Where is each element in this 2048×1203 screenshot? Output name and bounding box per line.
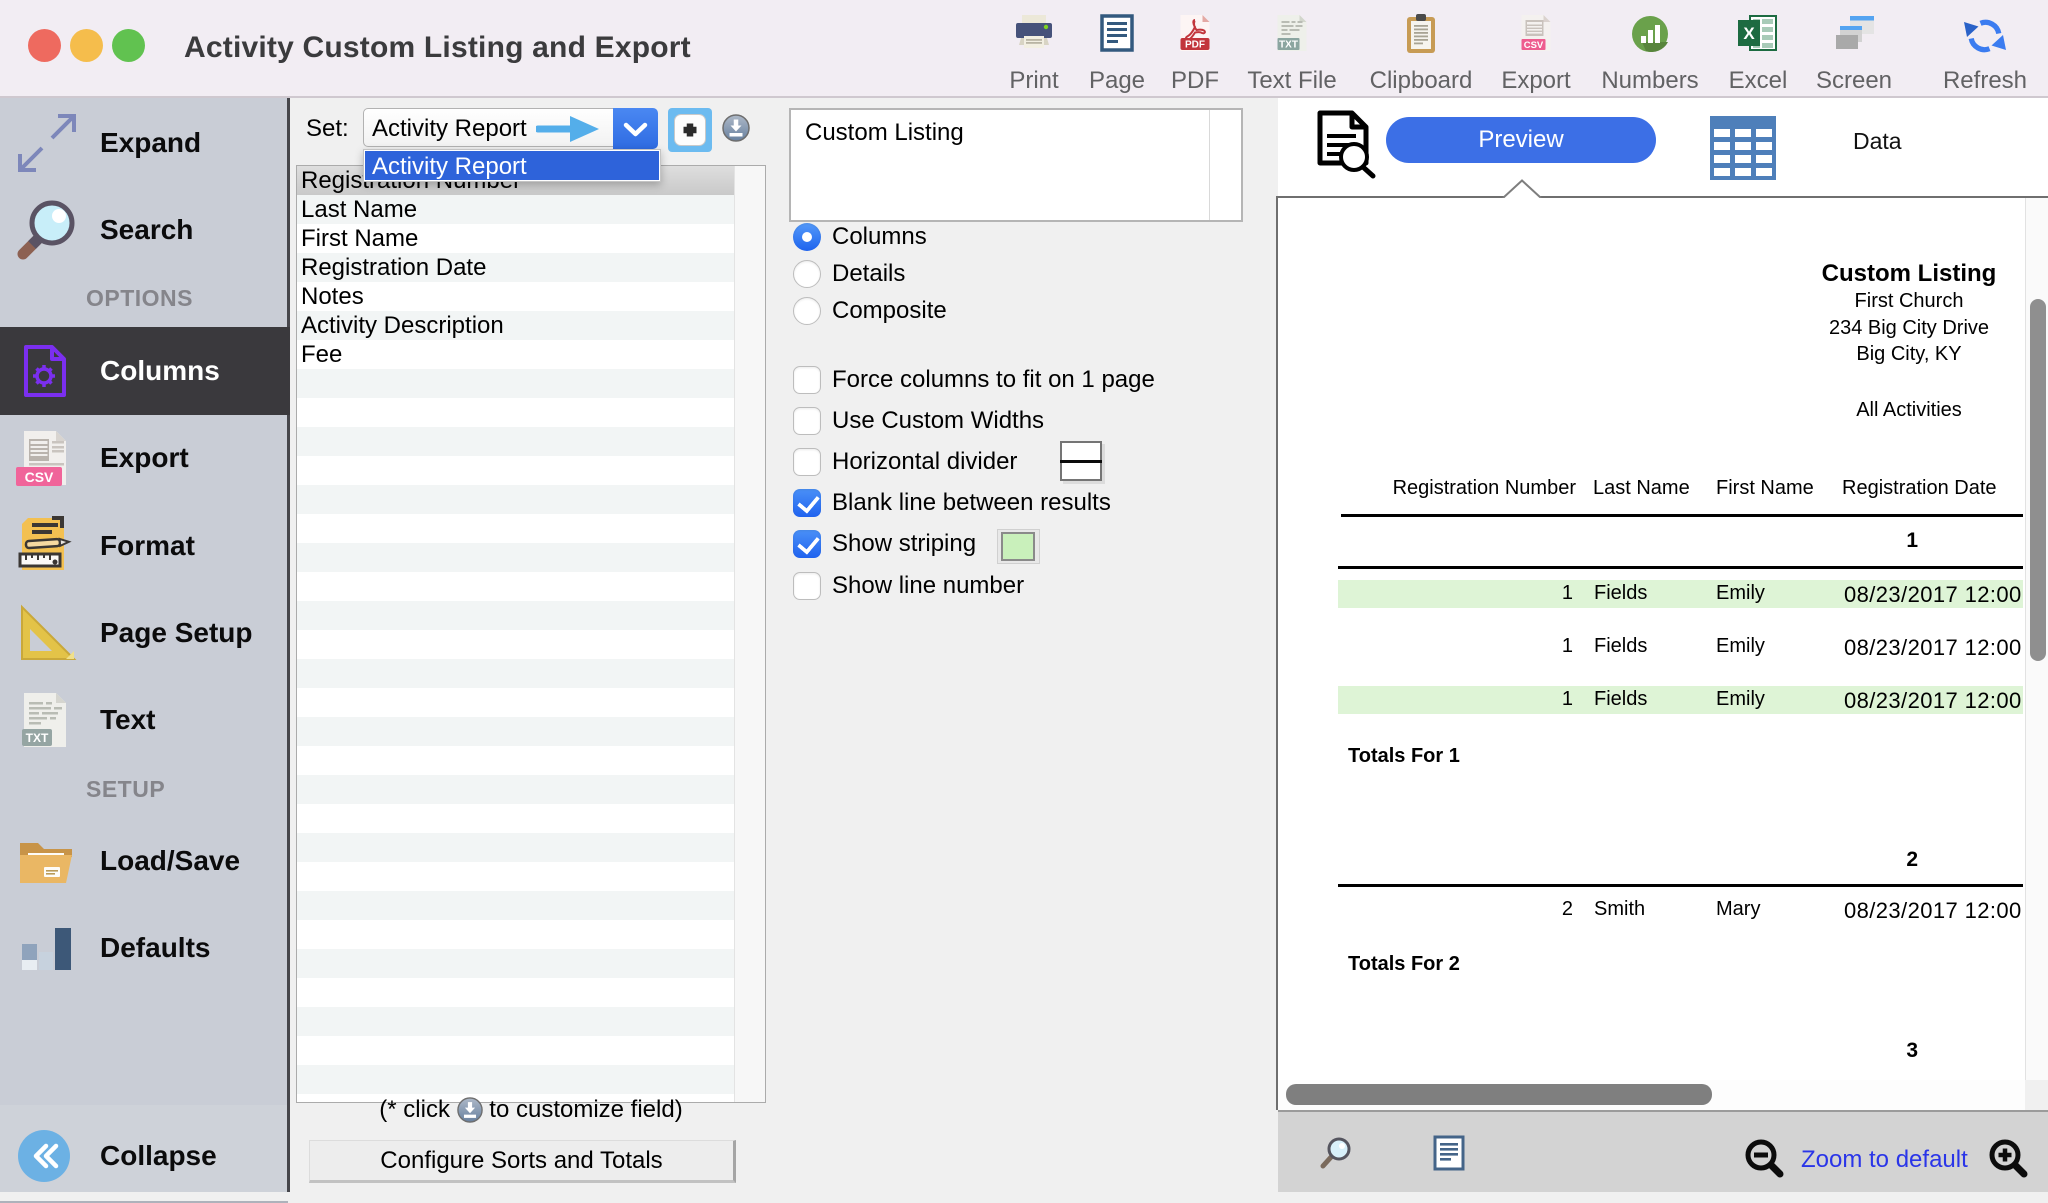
svg-text:CSV: CSV [1524, 40, 1544, 51]
svg-text:TXT: TXT [26, 731, 49, 745]
svg-text:TXT: TXT [1279, 40, 1298, 51]
svg-text:PDF: PDF [1185, 40, 1205, 51]
svg-text:CSV: CSV [25, 469, 54, 485]
svg-text:X: X [1743, 24, 1755, 43]
